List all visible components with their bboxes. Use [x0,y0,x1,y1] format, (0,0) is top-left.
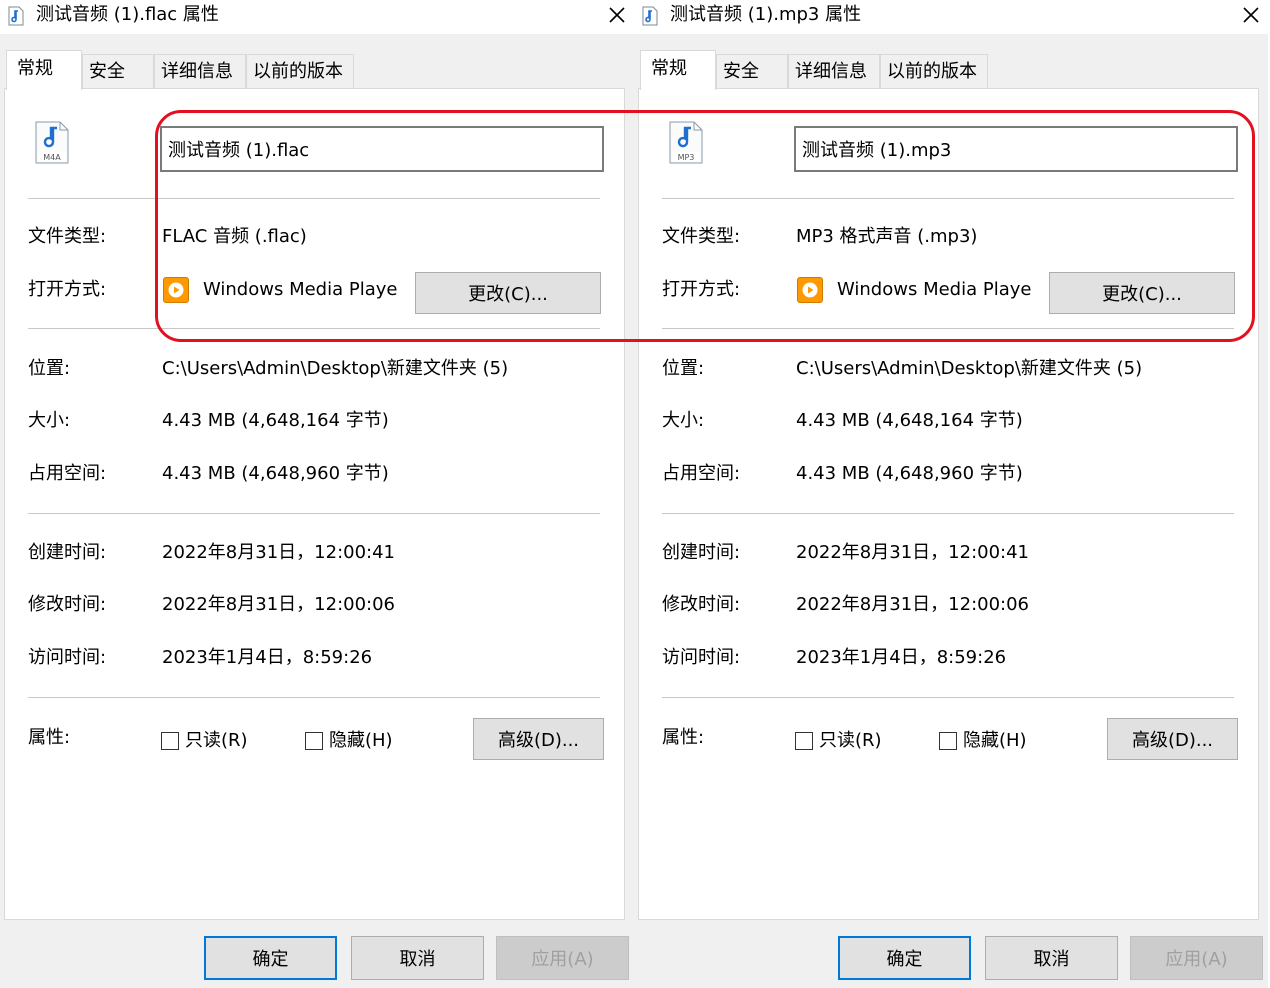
created-label: 创建时间: [662,542,741,563]
tab-security[interactable]: 安全 [716,54,788,88]
general-tab-panel [4,88,625,920]
cancel-button[interactable]: 取消 [351,936,484,980]
window-title: 测试音频 (1).flac 属性 [36,4,219,25]
readonly-label[interactable]: 只读(R) [185,729,248,753]
close-button[interactable] [600,0,634,30]
tab-general[interactable]: 常规 [6,50,82,90]
readonly-checkbox[interactable] [161,732,179,750]
accessed-value: 2023年1月4日，8:59:26 [796,647,1007,668]
open-with-label: 打开方式: [28,279,107,300]
tab-general[interactable]: 常规 [640,50,716,90]
hidden-label[interactable]: 隐藏(H) [329,729,393,753]
file-name-input[interactable] [794,126,1238,172]
divider [662,198,1234,199]
size-label: 大小: [662,410,705,431]
music-file-icon [642,6,658,26]
cancel-button[interactable]: 取消 [985,936,1118,980]
apply-button[interactable]: 应用(A) [496,936,629,980]
hidden-checkbox[interactable] [305,732,323,750]
divider [28,697,600,698]
music-file-icon [8,6,24,26]
title-bar[interactable]: 测试音频 (1).mp3 属性 [634,0,1268,34]
divider [662,513,1234,514]
file-type-label: 文件类型: [28,226,107,247]
readonly-label[interactable]: 只读(R) [819,729,882,753]
attributes-label: 属性: [28,727,71,748]
modified-label: 修改时间: [662,594,741,615]
advanced-button[interactable]: 高级(D)... [473,718,604,760]
attributes-label: 属性: [662,727,705,748]
tab-security[interactable]: 安全 [82,54,154,88]
created-value: 2022年8月31日，12:00:41 [162,542,396,563]
change-button[interactable]: 更改(C)... [415,272,601,314]
close-button[interactable] [1234,0,1268,30]
tab-details[interactable]: 详细信息 [154,54,246,88]
divider [28,198,600,199]
file-icon-label: M4A [43,153,61,162]
readonly-checkbox[interactable] [795,732,813,750]
music-file-icon: M4A [34,121,70,165]
ok-button[interactable]: 确定 [204,936,337,980]
divider [662,328,1234,329]
size-on-disk-value: 4.43 MB (4,648,960 字节) [796,463,1023,484]
tab-details[interactable]: 详细信息 [788,54,880,88]
location-label: 位置: [28,358,71,379]
hidden-label[interactable]: 隐藏(H) [963,729,1027,753]
location-label: 位置: [662,358,705,379]
tab-previous-versions[interactable]: 以前的版本 [246,54,354,88]
file-type-value: FLAC 音频 (.flac) [162,226,307,247]
close-icon [609,7,625,23]
location-value: C:\Users\Admin\Desktop\新建文件夹 (5) [162,358,509,379]
open-with-label: 打开方式: [662,279,741,300]
music-file-icon: MP3 [668,121,704,165]
window-title: 测试音频 (1).mp3 属性 [670,4,862,25]
divider [28,513,600,514]
apply-button[interactable]: 应用(A) [1130,936,1263,980]
accessed-value: 2023年1月4日，8:59:26 [162,647,373,668]
size-on-disk-label: 占用空间: [662,463,741,484]
location-value: C:\Users\Admin\Desktop\新建文件夹 (5) [796,358,1143,379]
file-name-input[interactable] [160,126,604,172]
ok-button[interactable]: 确定 [838,936,971,980]
divider [28,328,600,329]
open-with-app: Windows Media Playe [203,279,398,300]
modified-value: 2022年8月31日，12:00:06 [796,594,1030,615]
file-type-value: MP3 格式声音 (.mp3) [796,226,978,247]
accessed-label: 访问时间: [662,647,741,668]
general-tab-panel [638,88,1259,920]
properties-dialog-flac: 测试音频 (1).flac 属性 常规 安全 详细信息 以前的版本 M4A 文件… [0,0,634,988]
created-label: 创建时间: [28,542,107,563]
size-on-disk-label: 占用空间: [28,463,107,484]
windows-media-player-icon [797,277,823,303]
file-icon-label: MP3 [678,153,695,162]
modified-label: 修改时间: [28,594,107,615]
modified-value: 2022年8月31日，12:00:06 [162,594,396,615]
windows-media-player-icon [163,277,189,303]
created-value: 2022年8月31日，12:00:41 [796,542,1030,563]
open-with-app: Windows Media Playe [837,279,1032,300]
size-label: 大小: [28,410,71,431]
size-value: 4.43 MB (4,648,164 字节) [796,410,1023,431]
hidden-checkbox[interactable] [939,732,957,750]
size-on-disk-value: 4.43 MB (4,648,960 字节) [162,463,389,484]
title-bar[interactable]: 测试音频 (1).flac 属性 [0,0,634,34]
properties-dialog-mp3: 测试音频 (1).mp3 属性 常规 安全 详细信息 以前的版本 MP3 文件类… [634,0,1268,988]
advanced-button[interactable]: 高级(D)... [1107,718,1238,760]
accessed-label: 访问时间: [28,647,107,668]
size-value: 4.43 MB (4,648,164 字节) [162,410,389,431]
file-type-label: 文件类型: [662,226,741,247]
change-button[interactable]: 更改(C)... [1049,272,1235,314]
tab-previous-versions[interactable]: 以前的版本 [880,54,988,88]
close-icon [1243,7,1259,23]
divider [662,697,1234,698]
